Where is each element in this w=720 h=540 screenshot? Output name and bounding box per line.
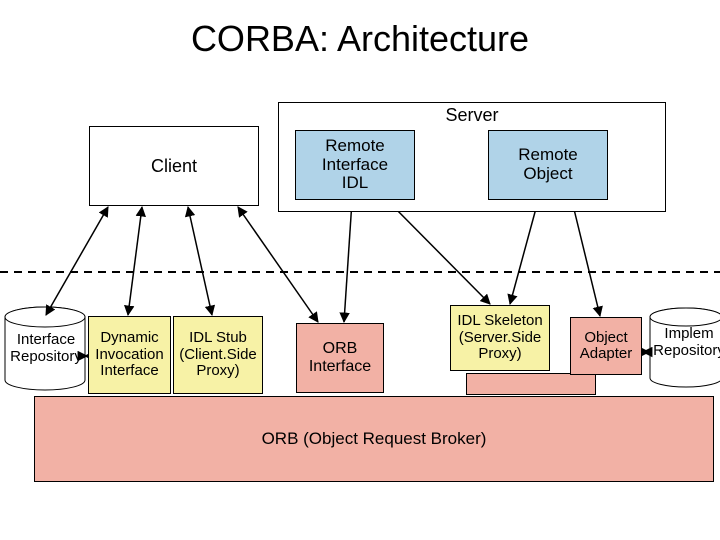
- orb-box: ORB (Object Request Broker): [34, 396, 714, 482]
- remote-idl-label: Remote Interface IDL: [322, 137, 388, 193]
- diagram-title: CORBA: Architecture: [0, 18, 720, 60]
- dynamic-invocation-interface-box: Dynamic Invocation Interface: [88, 316, 171, 394]
- idl-skeleton-label: IDL Skeleton (Server.Side Proxy): [457, 313, 542, 363]
- idl-stub-box: IDL Stub (Client.Side Proxy): [173, 316, 263, 394]
- dyn-inv-label: Dynamic Invocation Interface: [95, 330, 163, 380]
- implem-repository-label: Implem Repository: [650, 326, 720, 359]
- skeleton-pedestal: [466, 373, 596, 395]
- orb-interface-box: ORB Interface: [296, 323, 384, 393]
- orb-interface-label: ORB Interface: [309, 340, 371, 375]
- object-adapter-label: Object Adapter: [580, 330, 633, 363]
- remote-object-box: Remote Object: [488, 130, 608, 200]
- client-box: Client: [89, 126, 259, 206]
- orb-label: ORB (Object Request Broker): [262, 429, 487, 449]
- client-label: Client: [151, 156, 197, 177]
- remote-interface-idl-box: Remote Interface IDL: [295, 130, 415, 200]
- idl-skeleton-box: IDL Skeleton (Server.Side Proxy): [450, 305, 550, 371]
- remote-object-label: Remote Object: [518, 146, 578, 183]
- object-adapter-box: Object Adapter: [570, 317, 642, 375]
- idl-stub-label: IDL Stub (Client.Side Proxy): [179, 330, 257, 380]
- interface-repository-label: Interface Repository: [3, 332, 89, 365]
- server-label: Server: [279, 105, 665, 126]
